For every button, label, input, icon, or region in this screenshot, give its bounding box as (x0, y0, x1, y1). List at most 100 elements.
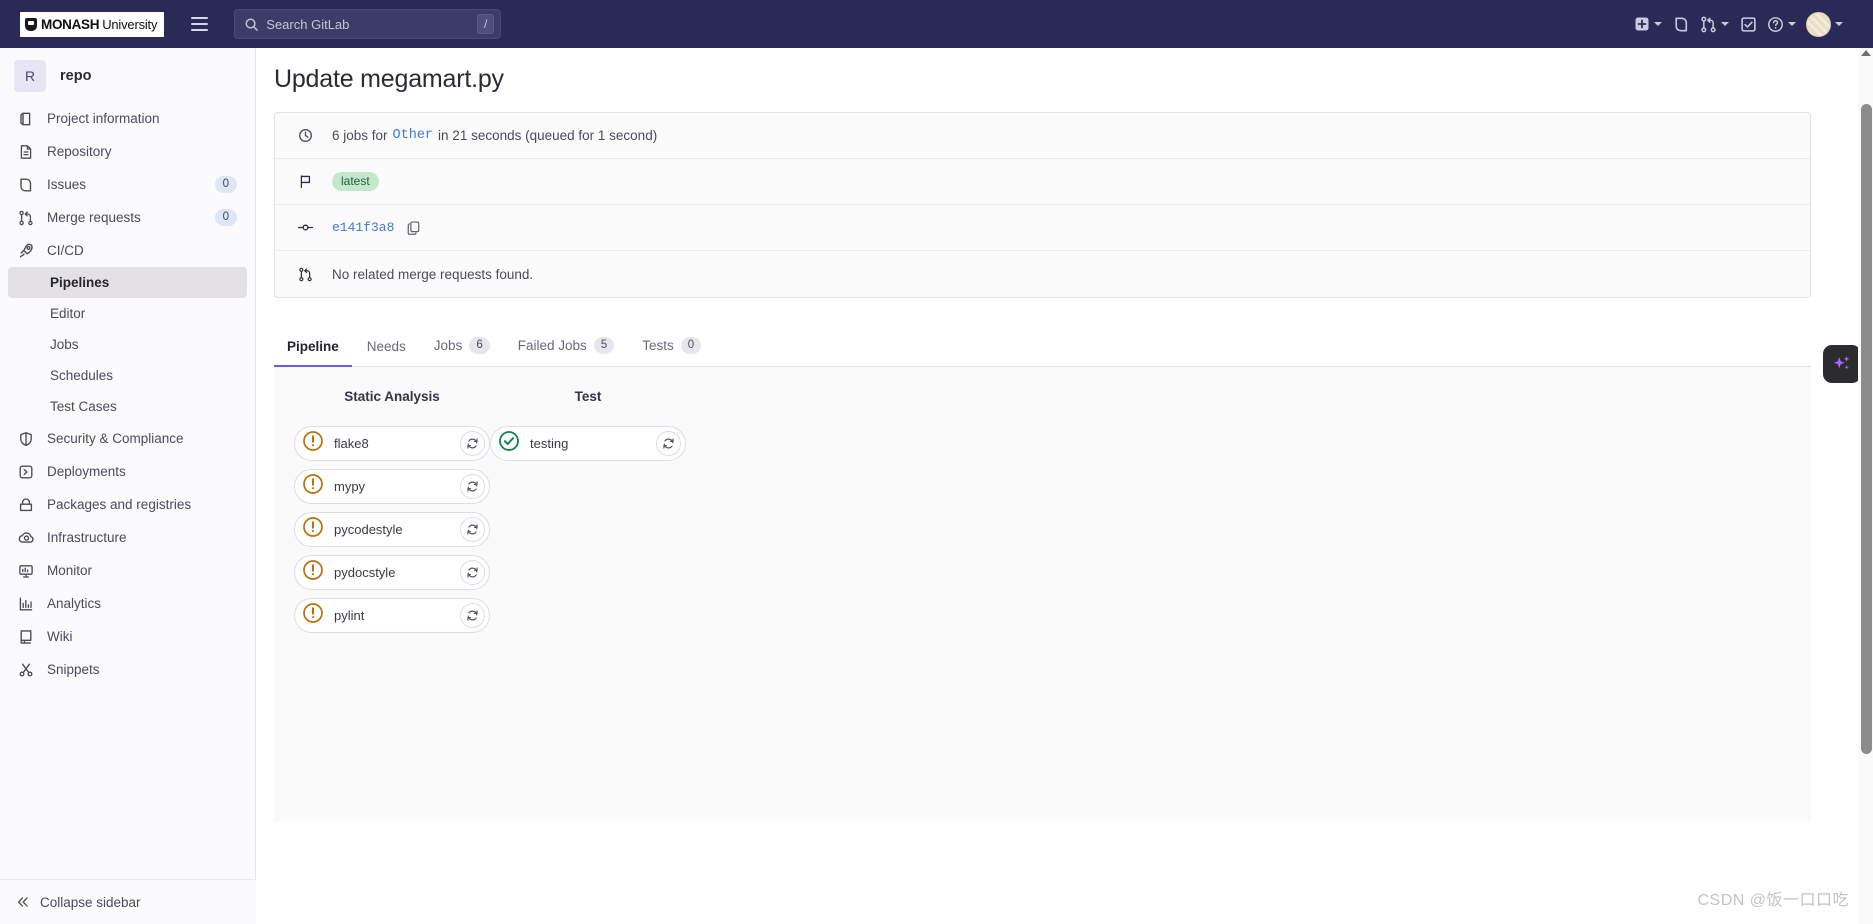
merge-requests-menu[interactable] (1696, 8, 1733, 40)
sidebar-item-wiki[interactable]: Wiki (8, 620, 247, 653)
retry-job-button[interactable] (460, 517, 485, 542)
tab-needs[interactable]: Needs (354, 330, 419, 367)
create-new-menu[interactable] (1630, 8, 1666, 40)
job-card-pydocstyle[interactable]: pydocstyle (294, 555, 490, 590)
jobs-summary-prefix: 6 jobs for (332, 128, 388, 143)
chevron-down-icon (1721, 22, 1729, 26)
clock-icon (297, 128, 314, 143)
page-scrollbar-thumb[interactable] (1861, 104, 1872, 754)
sidebar-item-repository[interactable]: Repository (8, 135, 247, 168)
deployments-icon (16, 462, 36, 482)
sidebar-item-analytics[interactable]: Analytics (8, 587, 247, 620)
pipeline-stage-test: Test testing (490, 389, 686, 822)
tab-jobs[interactable]: Jobs 6 (421, 328, 503, 367)
sidebar-subitem-label: Pipelines (50, 275, 110, 290)
collapse-sidebar-button[interactable]: Collapse sidebar (0, 879, 256, 924)
sidebar-item-security-compliance[interactable]: Security & Compliance (8, 422, 247, 455)
sidebar-item-jobs[interactable]: Jobs (8, 329, 247, 360)
stage-title: Static Analysis (344, 389, 440, 404)
rocket-icon (16, 241, 36, 261)
status-failed-icon (302, 473, 324, 500)
sidebar-item-pipelines[interactable]: Pipelines (8, 267, 247, 298)
sidebar-item-packages-and-registries[interactable]: Packages and registries (8, 488, 247, 521)
commit-sha-link[interactable]: e141f3a8 (332, 220, 394, 235)
retry-job-button[interactable] (656, 431, 681, 456)
sidebar-item-issues[interactable]: Issues 0 (8, 168, 247, 201)
sidebar-item-schedules[interactable]: Schedules (8, 360, 247, 391)
flag-icon (297, 174, 314, 189)
retry-icon (663, 438, 674, 449)
retry-job-button[interactable] (460, 560, 485, 585)
job-name: pydocstyle (334, 565, 396, 580)
tab-count-badge: 6 (469, 337, 490, 354)
job-card-flake8[interactable]: flake8 (294, 426, 490, 461)
sidebar-item-label: Analytics (47, 596, 102, 611)
merge-requests-count-badge: 0 (214, 209, 237, 226)
brand-name: MONASH (41, 16, 100, 32)
wiki-book-icon (16, 627, 36, 647)
collapse-sidebar-label: Collapse sidebar (40, 894, 141, 910)
retry-job-button[interactable] (460, 431, 485, 456)
retry-icon (467, 524, 478, 535)
sidebar-subitem-label: Jobs (50, 337, 79, 352)
sidebar-item-infrastructure[interactable]: Infrastructure (8, 521, 247, 554)
ai-assistant-button[interactable] (1823, 345, 1861, 383)
jobs-summary-row: 6 jobs for Other in 21 seconds (queued f… (275, 113, 1810, 159)
issues-icon (1674, 17, 1687, 31)
project-info-icon (16, 109, 36, 129)
pipeline-stage-static-analysis: Static Analysis flake8 mypy pycodestyle … (294, 389, 490, 822)
retry-job-button[interactable] (460, 474, 485, 499)
monash-university-logo[interactable]: MONASH University (20, 11, 165, 37)
commit-row: e141f3a8 (275, 205, 1810, 251)
tab-pipeline[interactable]: Pipeline (274, 330, 352, 367)
job-card-testing[interactable]: testing (490, 426, 686, 461)
sidebar-item-cicd[interactable]: CI/CD (8, 234, 247, 267)
chevron-down-icon (1788, 22, 1796, 26)
sidebar-item-label: Monitor (47, 563, 93, 578)
monitor-icon (16, 561, 36, 581)
sidebar-item-test-cases[interactable]: Test Cases (8, 391, 247, 422)
retry-icon (467, 567, 478, 578)
scroll-up-arrow-icon[interactable] (1861, 50, 1871, 56)
sidebar-item-label: Issues (47, 177, 87, 192)
sidebar-item-project-information[interactable]: Project information (8, 102, 247, 135)
tab-tests[interactable]: Tests 0 (629, 328, 714, 367)
merge-request-icon (297, 267, 314, 282)
commit-icon (297, 220, 314, 235)
pipeline-graph: Static Analysis flake8 mypy pycodestyle … (274, 367, 1811, 822)
search-input[interactable]: Search GitLab / (234, 9, 502, 39)
retry-job-button[interactable] (460, 603, 485, 628)
sidebar-item-editor[interactable]: Editor (8, 298, 247, 329)
sidebar-item-label: Repository (47, 144, 112, 159)
job-card-mypy[interactable]: mypy (294, 469, 490, 504)
brand-suffix: University (102, 16, 158, 32)
job-name: testing (530, 436, 569, 451)
top-navigation-bar: MONASH University Search GitLab / (0, 0, 1873, 48)
top-nav-actions (1630, 8, 1859, 40)
search-shortcut-key: / (476, 14, 495, 34)
sidebar-item-label: Packages and registries (47, 497, 192, 512)
sidebar-item-snippets[interactable]: Snippets (8, 653, 247, 686)
copy-commit-sha-button[interactable] (406, 220, 421, 235)
job-card-pycodestyle[interactable]: pycodestyle (294, 512, 490, 547)
hamburger-menu-icon[interactable] (186, 11, 212, 37)
user-menu[interactable] (1802, 8, 1847, 40)
status-passed-icon (498, 430, 520, 457)
sidebar-item-monitor[interactable]: Monitor (8, 554, 247, 587)
issues-link[interactable] (1668, 8, 1694, 40)
sidebar-project-header[interactable]: R repo (0, 48, 255, 102)
job-card-pylint[interactable]: pylint (294, 598, 490, 633)
pipeline-ref-link[interactable]: Other (393, 128, 434, 143)
todos-link[interactable] (1735, 8, 1761, 40)
tab-count-badge: 5 (593, 337, 615, 354)
sidebar-item-merge-requests[interactable]: Merge requests 0 (8, 201, 247, 234)
merge-requests-empty-text: No related merge requests found. (332, 266, 534, 282)
help-menu[interactable] (1763, 8, 1800, 40)
sidebar-item-deployments[interactable]: Deployments (8, 455, 247, 488)
tab-failed-jobs[interactable]: Failed Jobs 5 (505, 328, 627, 367)
tab-label: Pipeline (287, 339, 339, 354)
issues-count-badge: 0 (214, 176, 237, 193)
main-content-area: Update megamart.py 6 jobs for Other in 2… (256, 48, 1873, 924)
stage-title: Test (574, 389, 602, 404)
tab-label: Tests (642, 338, 674, 353)
